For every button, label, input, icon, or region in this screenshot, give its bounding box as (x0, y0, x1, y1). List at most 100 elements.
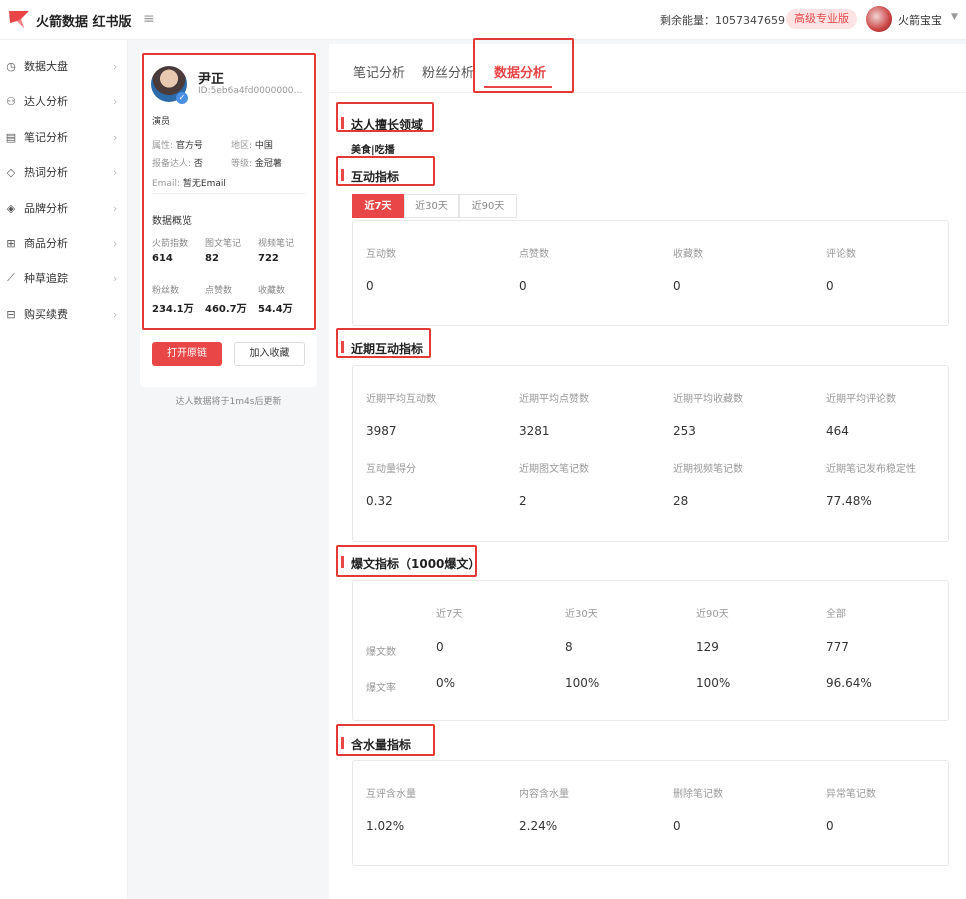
rocket-logo-icon[interactable] (8, 9, 30, 29)
viral-header: 近7天 (436, 609, 463, 620)
metric-value: 464 (826, 424, 849, 438)
metric-label: 内容含水量 (519, 789, 569, 800)
plan-badge[interactable]: 高级专业版 (786, 9, 857, 29)
metric-value: 0 (673, 819, 681, 833)
sidebar-item-label: 品牌分析 (24, 202, 68, 215)
chevron-right-icon: › (113, 271, 118, 285)
chevron-right-icon: › (113, 59, 118, 73)
metric-label: 近期图文笔记数 (519, 464, 589, 475)
avatar[interactable] (866, 6, 892, 32)
trend-icon: ⟋ (7, 271, 15, 284)
metric-value: 1.02% (366, 819, 405, 833)
highlight-box (142, 53, 316, 330)
tab-fans[interactable]: 粉丝分析 (422, 62, 474, 81)
note-icon: ▤ (5, 130, 17, 144)
chevron-right-icon: › (113, 165, 118, 179)
viral-rate-value: 96.64% (826, 676, 872, 690)
tab-notes[interactable]: 笔记分析 (353, 62, 405, 81)
metric-label: 互评含水量 (366, 789, 416, 800)
metric-label: 近期平均点赞数 (519, 394, 589, 405)
domain-value: 美食|吃播 (351, 145, 395, 156)
metric-label: 收藏数 (673, 249, 703, 260)
metric-label: 近期平均评论数 (826, 394, 896, 405)
metric-label: 近期视频笔记数 (673, 464, 743, 475)
sidebar-item-dashboard[interactable]: ◷ 数据大盘 › (0, 51, 128, 81)
metric-value: 0 (826, 279, 834, 293)
tag-icon: ◇ (6, 165, 16, 179)
username[interactable]: 火箭宝宝 (898, 12, 942, 28)
viral-rate-value: 100% (565, 676, 600, 690)
sidebar-item-label: 种草追踪 (24, 272, 68, 285)
metric-value: 3987 (366, 424, 397, 438)
brand-icon: ◈ (6, 201, 16, 215)
sidebar-item-label: 商品分析 (24, 237, 68, 250)
sidebar-item-brands[interactable]: ◈ 品牌分析 › (0, 193, 128, 223)
sidebar-item-influencer[interactable]: ⚇ 达人分析 › (0, 86, 128, 116)
dashboard-icon: ◷ (6, 59, 16, 73)
metric-value: 0 (519, 279, 527, 293)
metric-value: 2 (519, 494, 527, 508)
metric-value: 0 (826, 819, 834, 833)
viral-header: 全部 (826, 609, 846, 620)
chevron-down-icon[interactable]: ▼ (951, 12, 958, 22)
user-group-icon: ⚇ (6, 94, 16, 108)
viral-header: 近90天 (696, 609, 729, 620)
period-7d-tab[interactable]: 近7天 (352, 194, 404, 218)
open-link-button[interactable]: 打开原链 (152, 342, 222, 366)
metric-label: 删除笔记数 (673, 789, 723, 800)
period-90d-tab[interactable]: 近90天 (459, 194, 517, 218)
metric-label: 评论数 (826, 249, 856, 260)
sidebar: ◷ 数据大盘 › ⚇ 达人分析 › ▤ 笔记分析 › ◇ 热词分析 › ◈ 品牌… (0, 40, 128, 899)
sidebar-item-hotwords[interactable]: ◇ 热词分析 › (0, 157, 128, 187)
period-30d-tab[interactable]: 近30天 (404, 194, 459, 218)
chevron-right-icon: › (113, 307, 118, 321)
water-box: 互评含水量 1.02% 内容含水量 2.24% 删除笔记数 0 异常笔记数 0 (352, 760, 949, 866)
viral-count-value: 129 (696, 640, 719, 654)
highlight-box (336, 545, 477, 577)
chevron-right-icon: › (113, 130, 118, 144)
metric-value: 77.48% (826, 494, 872, 508)
highlight-box (336, 328, 431, 358)
viral-rate-value: 100% (696, 676, 731, 690)
cart-icon: ⊟ (6, 307, 16, 321)
viral-rate-value: 0% (436, 676, 456, 690)
chevron-right-icon: › (113, 94, 118, 108)
sidebar-item-label: 数据大盘 (24, 60, 68, 73)
top-bar: 火箭数据 红书版 ≡ 剩余能量：1057347659 高级专业版 火箭宝宝 ▼ (0, 0, 966, 40)
divider (329, 92, 966, 93)
sidebar-item-notes[interactable]: ▤ 笔记分析 › (0, 122, 128, 152)
metric-label: 互动数 (366, 249, 396, 260)
sidebar-item-label: 热词分析 (24, 166, 68, 179)
metric-value: 28 (673, 494, 689, 508)
update-note: 达人数据将于1m4s后更新 (175, 397, 282, 407)
brand-title[interactable]: 火箭数据 红书版 (36, 11, 132, 30)
interaction-box: 互动数 0 点赞数 0 收藏数 0 评论数 0 (352, 220, 949, 326)
metric-value: 253 (673, 424, 696, 438)
metric-label: 近期笔记发布稳定性 (826, 464, 916, 475)
viral-count-label: 爆文数 (366, 647, 396, 658)
viral-header: 近30天 (565, 609, 598, 620)
metric-label: 近期平均互动数 (366, 394, 436, 405)
sidebar-item-label: 达人分析 (24, 95, 68, 108)
sidebar-item-purchase[interactable]: ⊟ 购买续费 › (0, 299, 128, 329)
viral-box: 近7天 近30天 近90天 全部 爆文数 0 8 129 777 爆文率 0% … (352, 580, 949, 721)
metric-value: 0 (366, 279, 374, 293)
viral-rate-label: 爆文率 (366, 683, 396, 694)
energy-balance: 剩余能量：1057347659 (660, 14, 785, 27)
goods-icon: ⊞ (6, 236, 16, 250)
sidebar-item-goods[interactable]: ⊞ 商品分析 › (0, 228, 128, 258)
chevron-right-icon: › (113, 201, 118, 215)
viral-count-value: 0 (436, 640, 444, 654)
recent-box: 近期平均互动数 3987 近期平均点赞数 3281 近期平均收藏数 253 近期… (352, 365, 949, 542)
add-favorite-button[interactable]: 加入收藏 (234, 342, 305, 366)
viral-count-value: 8 (565, 640, 573, 654)
viral-count-value: 777 (826, 640, 849, 654)
metric-label: 异常笔记数 (826, 789, 876, 800)
metric-label: 点赞数 (519, 249, 549, 260)
sidebar-item-tracking[interactable]: ⟋ 种草追踪 › (0, 263, 128, 293)
menu-toggle-icon[interactable]: ≡ (143, 11, 155, 27)
metric-label: 互动量得分 (366, 464, 416, 475)
metric-value: 2.24% (519, 819, 558, 833)
metric-value: 3281 (519, 424, 550, 438)
highlight-box (336, 156, 435, 186)
